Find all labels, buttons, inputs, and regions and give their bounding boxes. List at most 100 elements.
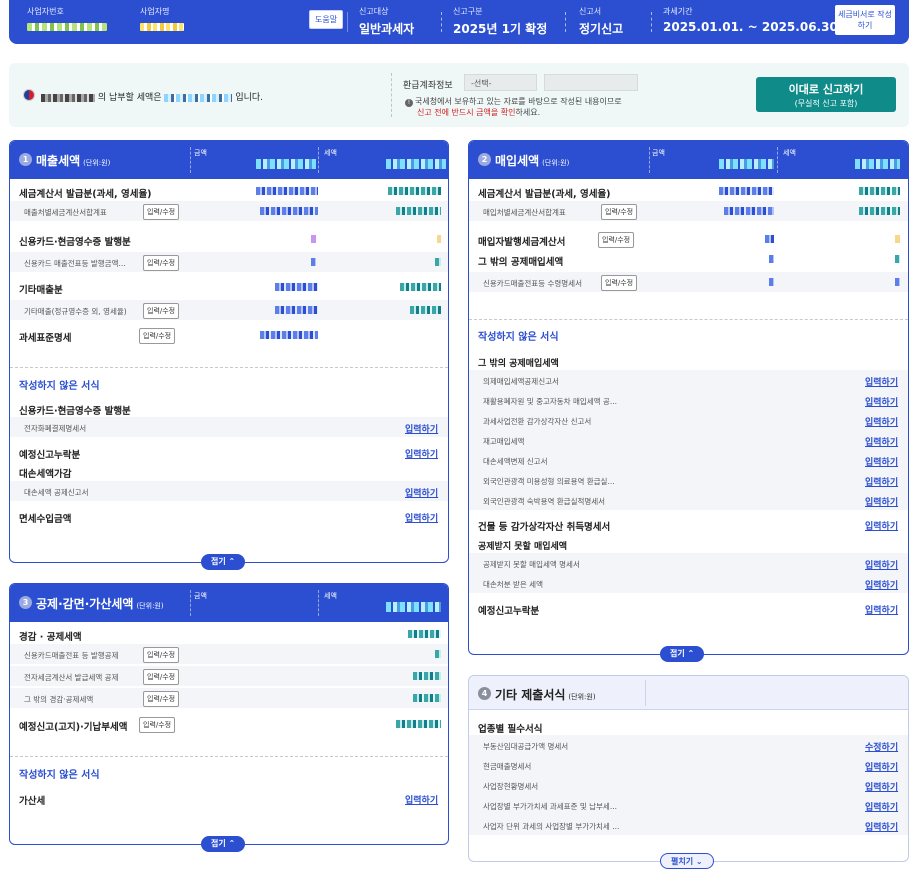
input-link[interactable]: 입력하기 xyxy=(865,415,898,428)
chevron-up-icon: ⌃ xyxy=(228,839,236,848)
input-link[interactable]: 입력하기 xyxy=(865,495,898,508)
input-link[interactable]: 입력하기 xyxy=(865,375,898,388)
purchase-extra-row: 대손처분 받은 세액 입력하기 xyxy=(469,573,908,593)
input-link[interactable]: 입력하기 xyxy=(865,603,898,616)
deduction-header: 3 공제·감면·가산세액 (단위:원) 금액 세액 xyxy=(10,584,448,622)
unfold-button[interactable]: 펼치기 ⌄ xyxy=(660,853,714,869)
edit-button[interactable]: 입력/수정 xyxy=(143,255,180,271)
unwritten-forms-title: 작성하지 않은 서식 xyxy=(19,381,100,392)
edit-button[interactable]: 입력/수정 xyxy=(598,232,635,248)
edit-button[interactable]: 입력/수정 xyxy=(601,204,638,220)
purchase-unwritten-row: 외국인관광객 미용성형 의료용역 환급실... 입력하기 xyxy=(469,470,908,490)
data-notice: ! 국세청에서 보유하고 있는 자료를 바탕으로 작성된 내용이므로 신고 전에 … xyxy=(405,96,622,118)
help-button[interactable]: 도움말 xyxy=(309,10,344,29)
sales-row-invoice: 세금계산서 발급분(과세, 영세율) xyxy=(10,181,448,201)
sales-row-other-detail: 기타매출(정규영수증 외, 영세율) 입력/수정 xyxy=(10,300,448,320)
purchase-unwritten-row: 대손세액변제 신고서 입력하기 xyxy=(469,450,908,470)
other-group-row: 업종별 필수서식 xyxy=(478,724,543,735)
input-link[interactable]: 입력하기 xyxy=(865,435,898,448)
sales-row-card: 신용카드·현금영수증 발행분 xyxy=(10,229,448,249)
tax-secretary-button[interactable]: 세금비서로 작성하기 xyxy=(835,5,895,35)
sales-row-card-issue: 신용카드 매출전표등 발행금액... 입력/수정 xyxy=(10,252,448,272)
unwritten-forms-title: 작성하지 않은 서식 xyxy=(478,332,559,343)
other-form-row: 부동산임대공급가액 명세서 수정하기 xyxy=(469,735,908,755)
fold-button[interactable]: 접기 ⌃ xyxy=(660,646,705,662)
sales-tax-panel: 1 매출세액 (단위:원) 금액 세액 세금계산서 발급분(과세, 영세율) 매출… xyxy=(9,140,449,570)
purchase-unwritten-row: 과세사업전환 감가상각자산 신고서 입력하기 xyxy=(469,410,908,430)
chevron-up-icon: ⌃ xyxy=(228,557,236,566)
edit-button[interactable]: 입력/수정 xyxy=(143,669,180,685)
purchase-row-buyer-issued: 매입자발행세금계산서 입력/수정 xyxy=(469,229,908,249)
form-value: 정기신고 xyxy=(579,22,624,36)
purchase-row-card: 신용카드매출전표등 수령명세서 입력/수정 xyxy=(469,272,908,292)
purchase-extra-row: 공제받지 못할 매입세액 명세서 입력하기 xyxy=(469,553,908,573)
deduction-row-card: 신용카드매출전표 등 발행공제 입력/수정 xyxy=(10,644,448,664)
purchase-extra-row: 건물 등 감가상각자산 취득명세서 입력하기 xyxy=(469,514,908,534)
korea-flag-icon xyxy=(23,89,35,101)
modify-link[interactable]: 수정하기 xyxy=(865,740,898,753)
type-value: 2025년 1기 확정 xyxy=(453,22,548,36)
purchase-row-other: 그 밖의 공제매입세액 xyxy=(469,249,908,269)
edit-button[interactable]: 입력/수정 xyxy=(143,303,180,319)
edit-button[interactable]: 입력/수정 xyxy=(139,328,176,344)
input-link[interactable]: 입력하기 xyxy=(865,780,898,793)
type-field: 신고구분 2025년 1기 확정 xyxy=(453,7,548,36)
input-link[interactable]: 입력하기 xyxy=(865,558,898,571)
refund-account-select[interactable]: -선택- xyxy=(464,74,537,91)
deduction-row-reduction: 경감 · 공제세액 xyxy=(10,624,448,644)
input-link[interactable]: 입력하기 xyxy=(405,486,438,499)
sales-unwritten-baddebt-form: 대손세액 공제신고서 입력하기 xyxy=(10,481,448,501)
biz-no-label: 사업자번호 xyxy=(27,7,64,16)
edit-button[interactable]: 입력/수정 xyxy=(143,647,180,663)
other-forms-header: 4 기타 제출서식 (단위:원) xyxy=(469,676,908,710)
other-form-row: 사업장현황명세서 입력하기 xyxy=(469,775,908,795)
input-link[interactable]: 입력하기 xyxy=(865,820,898,833)
sales-tax-title: 매출세액 (단위:원) xyxy=(36,154,111,168)
period-value: 2025.01.01. ~ 2025.06.30. xyxy=(663,20,843,34)
other-forms-title: 기타 제출서식 (단위:원) xyxy=(495,688,596,702)
target-field: 신고대상 일반과세자 xyxy=(359,7,415,36)
purchase-unwritten-row: 의제매입세액공제신고서 입력하기 xyxy=(469,370,908,390)
edit-button[interactable]: 입력/수정 xyxy=(143,204,180,220)
sales-row-other: 기타매출분 xyxy=(10,277,448,297)
purchase-tax-title: 매입세액 (단위:원) xyxy=(495,154,570,168)
purchase-unwritten-group: 그 밖의 공제매입세액 xyxy=(478,359,559,369)
fold-button[interactable]: 접기 ⌃ xyxy=(201,836,246,852)
chevron-down-icon: ⌄ xyxy=(695,857,703,866)
input-link[interactable]: 입력하기 xyxy=(865,800,898,813)
edit-button[interactable]: 입력/수정 xyxy=(601,275,638,291)
deduction-title: 공제·감면·가산세액 (단위:원) xyxy=(36,597,164,611)
sales-unwritten-exempt: 면세수입금액 입력하기 xyxy=(10,506,448,526)
input-link[interactable]: 입력하기 xyxy=(405,422,438,435)
input-link[interactable]: 입력하기 xyxy=(405,447,438,460)
input-link[interactable]: 입력하기 xyxy=(865,475,898,488)
sales-tax-header: 1 매출세액 (단위:원) 금액 세액 xyxy=(10,141,448,179)
other-form-row: 사업자 단위 과세의 사업장별 부가가치세 ... 입력하기 xyxy=(469,815,908,835)
chevron-up-icon: ⌃ xyxy=(687,649,695,658)
form-field: 신고서 정기신고 xyxy=(579,7,624,36)
submit-report-button[interactable]: 이대로 신고하기 (무실적 신고 포함) xyxy=(756,77,896,112)
target-value: 일반과세자 xyxy=(359,22,415,36)
sales-row-tax-base: 과세표준명세 입력/수정 xyxy=(10,325,448,345)
input-link[interactable]: 입력하기 xyxy=(405,793,438,806)
deduction-panel: 3 공제·감면·가산세액 (단위:원) 금액 세액 경감 · 공제세액 신용카드매… xyxy=(9,583,449,852)
input-link[interactable]: 입력하기 xyxy=(865,519,898,532)
tax-due-message: 의 납부할 세액은 입니다. xyxy=(41,90,263,103)
edit-button[interactable]: 입력/수정 xyxy=(139,717,176,733)
edit-button[interactable]: 입력/수정 xyxy=(143,691,180,707)
notice-strip: 의 납부할 세액은 입니다. 환급계좌정보 -선택- ! 국세청에서 보유하고 있… xyxy=(9,63,909,127)
input-link[interactable]: 입력하기 xyxy=(865,395,898,408)
info-icon: ! xyxy=(405,99,413,107)
fold-button[interactable]: 접기 ⌃ xyxy=(201,554,246,570)
purchase-row-invoice: 세금계산서 발급분(과세, 영세율) xyxy=(469,181,908,201)
refund-account-input[interactable] xyxy=(544,74,638,91)
biz-name-masked xyxy=(140,23,184,31)
input-link[interactable]: 입력하기 xyxy=(865,578,898,591)
input-link[interactable]: 입력하기 xyxy=(405,511,438,524)
input-link[interactable]: 입력하기 xyxy=(865,455,898,468)
deduction-row-other: 그 밖의 경감·공제세액 입력/수정 xyxy=(10,688,448,708)
biz-no-masked xyxy=(27,23,107,31)
other-forms-panel: 4 기타 제출서식 (단위:원) 업종별 필수서식 부동산임대공급가액 명세서 수… xyxy=(468,675,909,869)
input-link[interactable]: 입력하기 xyxy=(865,760,898,773)
other-form-row: 사업장별 부가가치세 과세표준 및 납부세... 입력하기 xyxy=(469,795,908,815)
